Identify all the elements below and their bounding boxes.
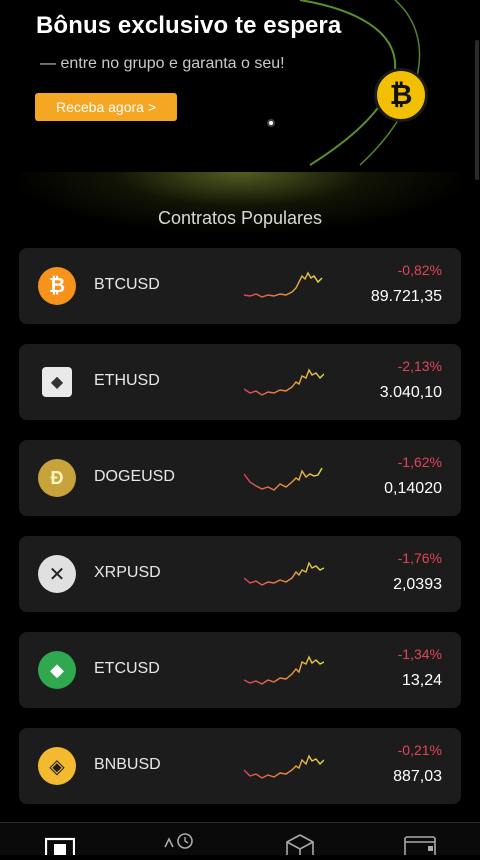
change-percent: -1,34%	[397, 646, 442, 662]
change-percent: -1,76%	[397, 550, 442, 566]
sparkline-chart	[244, 655, 324, 685]
contract-symbol: XRPUSD	[94, 564, 161, 581]
change-percent: -0,82%	[397, 262, 442, 278]
sparkline-chart	[244, 368, 324, 396]
contract-row-xrpusd[interactable]: ✕ XRPUSD -1,76% 2,0393	[19, 536, 461, 612]
contract-symbol: BNBUSD	[94, 756, 161, 773]
dogecoin-icon: Ð	[38, 459, 76, 497]
contracts-list: ₿ BTCUSD -0,82% 89.721,35 ◆ ETHUSD -2,13…	[19, 248, 461, 824]
contract-row-etcusd[interactable]: ◆ ETCUSD -1,34% 13,24	[19, 632, 461, 708]
box-icon[interactable]	[285, 833, 315, 855]
bitcoin-icon: ₿	[38, 267, 76, 305]
contract-symbol: ETHUSD	[94, 372, 160, 389]
history-clock-icon[interactable]	[163, 833, 193, 855]
sparkline-chart	[244, 754, 324, 779]
sparkline-chart	[244, 561, 324, 586]
price-value: 0,14020	[384, 480, 442, 497]
sparkline-chart	[244, 271, 323, 298]
carousel-indicator[interactable]	[267, 119, 275, 127]
contract-symbol: ETCUSD	[94, 660, 160, 677]
ethereum-classic-icon: ◆	[38, 651, 76, 689]
ethereum-icon: ◆	[42, 367, 72, 397]
scrollbar[interactable]	[475, 40, 479, 180]
sparkline-chart	[244, 467, 323, 491]
price-value: 3.040,10	[379, 384, 442, 401]
contract-row-ethusd[interactable]: ◆ ETHUSD -2,13% 3.040,10	[19, 344, 461, 420]
wallet-icon[interactable]	[404, 833, 436, 858]
bnb-icon: ◈	[38, 747, 76, 785]
promo-banner[interactable]: Bônus exclusivo te espera — entre no gru…	[0, 0, 480, 175]
banner-subtitle: — entre no grupo e garanta o seu!	[40, 55, 285, 72]
contract-row-bnbusd[interactable]: ◈ BNBUSD -0,21% 887,03	[19, 728, 461, 804]
banner-title: Bônus exclusivo te espera	[36, 12, 342, 39]
bitcoin-icon: ₿	[374, 68, 428, 122]
section-title: Contratos Populares	[157, 208, 323, 228]
bottom-navigation	[0, 822, 480, 860]
home-square-icon[interactable]	[44, 833, 76, 860]
change-percent: -1,62%	[397, 454, 442, 470]
price-value: 2,0393	[393, 576, 442, 593]
xrp-icon: ✕	[38, 555, 76, 593]
contract-symbol: DOGEUSD	[94, 468, 175, 485]
price-value: 89.721,35	[370, 288, 442, 305]
change-percent: -2,13%	[397, 358, 442, 374]
contract-row-btcusd[interactable]: ₿ BTCUSD -0,82% 89.721,35	[19, 248, 461, 324]
price-value: 13,24	[401, 672, 442, 689]
contract-symbol: BTCUSD	[94, 276, 160, 293]
price-value: 887,03	[393, 768, 442, 785]
receive-now-button[interactable]: Receba agora >	[35, 93, 177, 121]
change-percent: -0,21%	[397, 742, 442, 758]
contract-row-dogeusd[interactable]: Ð DOGEUSD -1,62% 0,14020	[19, 440, 461, 516]
